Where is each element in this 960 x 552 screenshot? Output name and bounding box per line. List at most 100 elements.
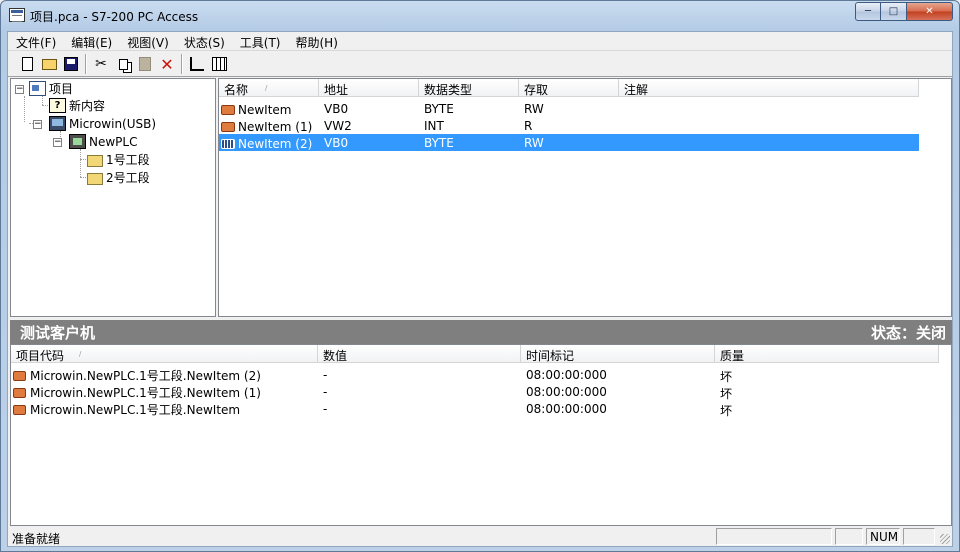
- items-list[interactable]: 名称 / 地址 数据类型 存取 注解 NewItem VB0 BYTE RW Ne…: [218, 78, 952, 317]
- help-icon: ?: [49, 98, 66, 113]
- tree-item-microwin[interactable]: Microwin(USB): [49, 115, 156, 132]
- minimize-button[interactable]: ─: [855, 2, 881, 21]
- folder-icon: [87, 172, 103, 185]
- paste-button[interactable]: [134, 53, 156, 75]
- toolbar-separator: [181, 54, 183, 74]
- client-area: 文件(F) 编辑(E) 视图(V) 状态(S) 工具(T) 帮助(H) ✂ ✕: [7, 31, 953, 547]
- tag-item-icon: [13, 404, 26, 415]
- column-header-item-code[interactable]: 项目代码 /: [11, 345, 318, 363]
- tree-expander[interactable]: −: [33, 120, 42, 129]
- sort-indicator-icon: /: [265, 84, 268, 92]
- table-row[interactable]: NewItem (1) VW2 INT R: [219, 117, 919, 134]
- copy-button[interactable]: [112, 53, 134, 75]
- status-pane: [716, 528, 832, 545]
- column-header-data-type[interactable]: 数据类型: [419, 79, 519, 97]
- tree-item-project[interactable]: 项目: [29, 80, 73, 97]
- cell-comment: [619, 134, 919, 151]
- folder-icon: [87, 154, 103, 167]
- close-icon: ✕: [925, 6, 934, 17]
- table-row[interactable]: Microwin.NewPLC.1号工段.NewItem (1) - 08:00…: [11, 383, 941, 400]
- cell-quality: 坏: [720, 387, 733, 400]
- save-icon: [64, 57, 78, 71]
- column-header-label: 名称: [224, 83, 249, 97]
- resize-grip-icon[interactable]: [940, 534, 950, 544]
- items-list-header: 名称 / 地址 数据类型 存取 注解: [219, 79, 919, 97]
- tag-item-icon: [13, 387, 26, 398]
- cell-name-text: NewItem (2): [238, 136, 313, 151]
- column-header-value[interactable]: 数值: [318, 345, 521, 363]
- menu-tools[interactable]: 工具(T): [232, 32, 288, 50]
- tree-item-newplc[interactable]: NewPLC: [69, 133, 137, 150]
- maximize-button[interactable]: □: [881, 2, 907, 21]
- minimize-icon: ─: [864, 6, 872, 17]
- app-window: 项目.pca - S7-200 PC Access ─ □ ✕ 文件(F) 编辑…: [0, 0, 960, 552]
- status-pane: [903, 528, 935, 545]
- cell-timestamp: 08:00:00:000: [526, 385, 607, 399]
- tree-expander[interactable]: −: [15, 85, 24, 94]
- column-header-name[interactable]: 名称 /: [219, 79, 319, 97]
- open-folder-icon: [41, 58, 57, 70]
- window-title: 项目.pca - S7-200 PC Access: [30, 10, 199, 24]
- tree-item-new-content[interactable]: ? 新内容: [49, 97, 105, 114]
- delete-button[interactable]: ✕: [156, 53, 178, 75]
- status-pane: [835, 528, 863, 545]
- computer-icon: [49, 116, 66, 131]
- menu-bar: 文件(F) 编辑(E) 视图(V) 状态(S) 工具(T) 帮助(H): [8, 32, 952, 51]
- toolbar-separator: [85, 54, 87, 74]
- cut-icon: ✂: [95, 56, 107, 72]
- tag-item-icon: [13, 370, 26, 381]
- menu-edit[interactable]: 编辑(E): [63, 32, 119, 50]
- open-button[interactable]: [38, 53, 60, 75]
- column-header-comment[interactable]: 注解: [619, 79, 919, 97]
- menu-status[interactable]: 状态(S): [176, 32, 232, 50]
- app-icon[interactable]: [9, 8, 25, 22]
- browse-button[interactable]: [208, 53, 230, 75]
- tag-item-icon: [221, 104, 235, 115]
- tree-expander[interactable]: −: [53, 138, 62, 147]
- menu-help[interactable]: 帮助(H): [288, 32, 345, 50]
- table-row[interactable]: NewItem VB0 BYTE RW: [219, 100, 919, 117]
- table-row-selected[interactable]: NewItem (2) VB0 BYTE RW: [219, 134, 919, 151]
- cell-comment: [619, 100, 919, 117]
- tree-item-label: 新内容: [69, 99, 106, 113]
- cell-access: RW: [524, 136, 544, 150]
- new-button[interactable]: [16, 53, 38, 75]
- cell-timestamp: 08:00:00:000: [526, 368, 607, 382]
- project-tree[interactable]: − 项目 ? 新内容 − Microwin(USB) − NewPLC 1号工段: [10, 78, 216, 317]
- tree-item-folder-2[interactable]: 2号工段: [87, 169, 150, 186]
- cell-address: VW2: [324, 119, 352, 133]
- tree-item-folder-1[interactable]: 1号工段: [87, 151, 150, 168]
- cell-access: R: [524, 119, 533, 133]
- close-button[interactable]: ✕: [907, 2, 953, 21]
- tree-item-label: NewPLC: [89, 134, 138, 149]
- title-bar[interactable]: 项目.pca - S7-200 PC Access ─ □ ✕: [1, 1, 959, 31]
- column-header-label: 项目代码: [16, 349, 65, 363]
- save-button[interactable]: [60, 53, 82, 75]
- cut-button[interactable]: ✂: [90, 53, 112, 75]
- cell-name: NewItem (1): [219, 117, 319, 134]
- cell-name-text: NewItem: [238, 102, 292, 117]
- cell-item-code-text: Microwin.NewPLC.1号工段.NewItem (1): [30, 386, 261, 400]
- tree-item-label: 项目: [49, 82, 74, 96]
- status-num: NUM: [866, 528, 900, 545]
- table-row[interactable]: Microwin.NewPLC.1号工段.NewItem (2) - 08:00…: [11, 366, 941, 383]
- menu-file[interactable]: 文件(F): [8, 32, 63, 50]
- column-header-quality[interactable]: 质量: [715, 345, 939, 363]
- test-client-title: 测试客户机: [20, 324, 96, 342]
- test-client-list[interactable]: 项目代码 / 数值 时间标记 质量 Microwin.NewPLC.1号工段.Ne…: [10, 344, 952, 526]
- column-header-timestamp[interactable]: 时间标记: [521, 345, 715, 363]
- menu-view[interactable]: 视图(V): [119, 32, 176, 50]
- sort-button[interactable]: [186, 53, 208, 75]
- cell-name: NewItem: [219, 100, 319, 117]
- cell-item-code: Microwin.NewPLC.1号工段.NewItem (1): [11, 383, 318, 400]
- table-row[interactable]: Microwin.NewPLC.1号工段.NewItem - 08:00:00:…: [11, 400, 941, 417]
- column-header-address[interactable]: 地址: [319, 79, 419, 97]
- tree-line: [42, 96, 43, 105]
- cell-data-type: BYTE: [424, 102, 454, 116]
- window-controls: ─ □ ✕: [855, 2, 953, 21]
- column-header-access[interactable]: 存取: [519, 79, 619, 97]
- copy-icon: [118, 58, 128, 70]
- cell-quality: 坏: [720, 404, 733, 417]
- cell-item-code: Microwin.NewPLC.1号工段.NewItem: [11, 400, 318, 417]
- cell-address: VB0: [324, 136, 349, 150]
